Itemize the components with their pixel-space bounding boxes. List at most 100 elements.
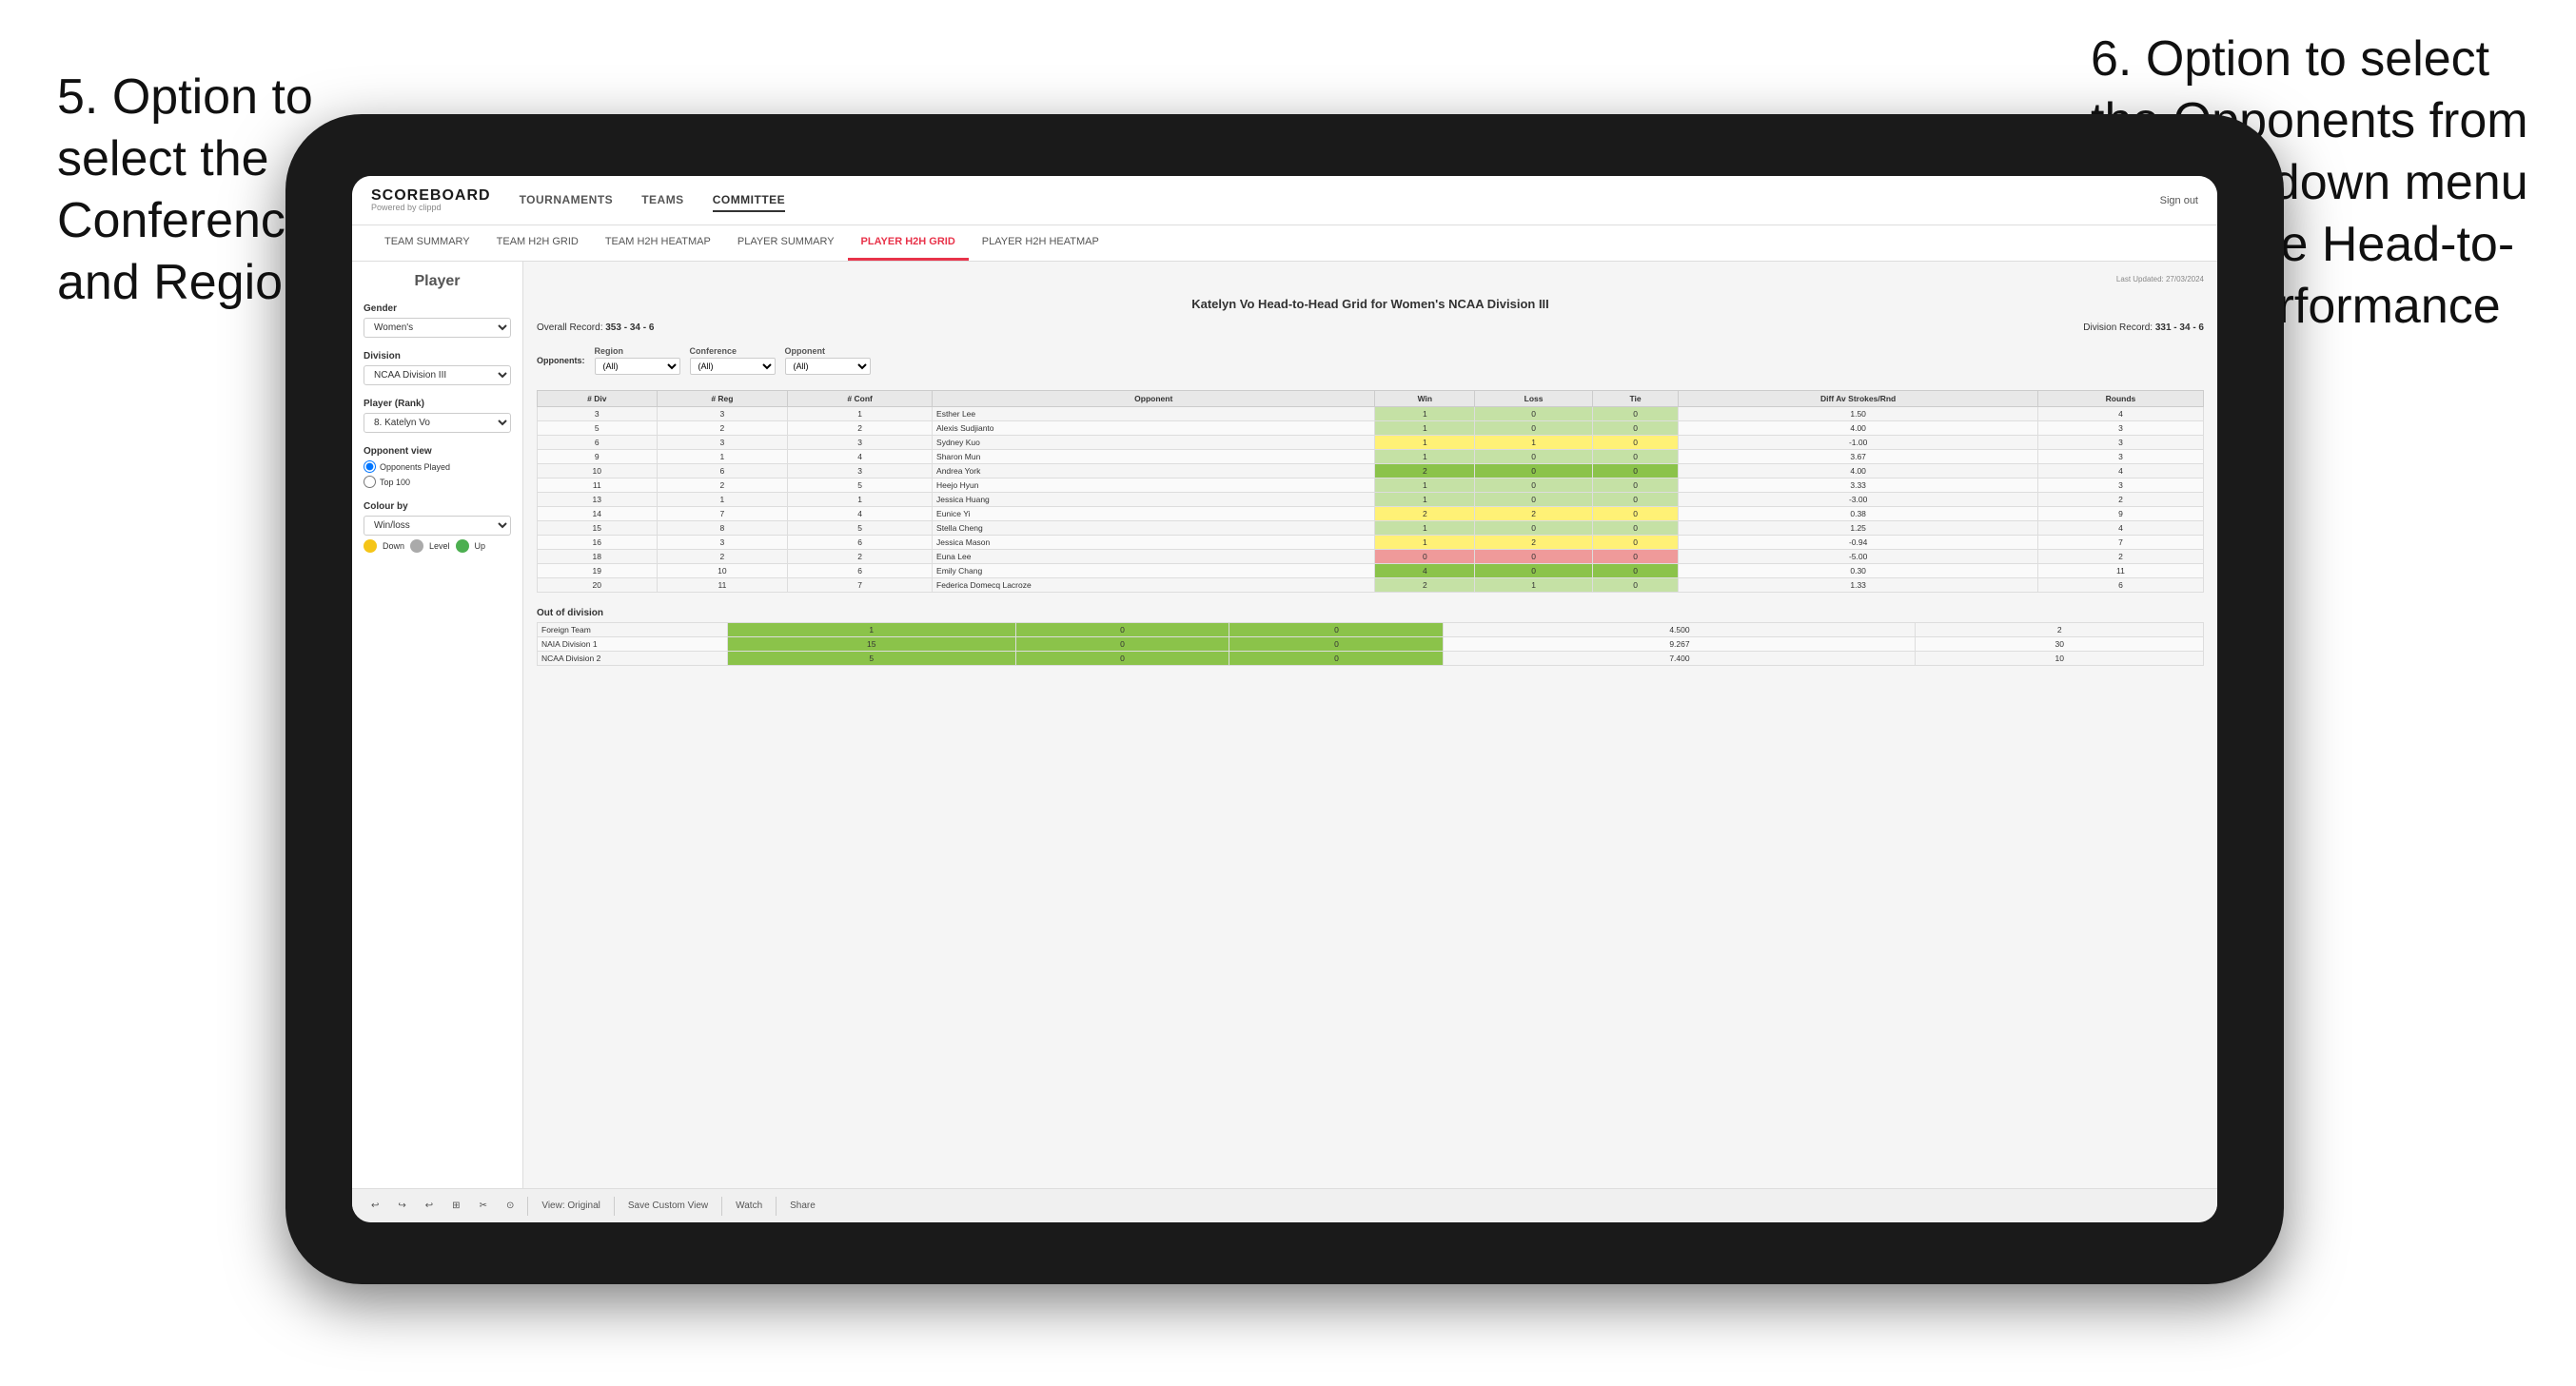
td-reg: 8 bbox=[657, 521, 788, 536]
td-tie: 0 bbox=[1592, 464, 1679, 478]
sub-nav-player-summary[interactable]: PLAYER SUMMARY bbox=[724, 225, 848, 261]
circle-gray bbox=[410, 539, 423, 553]
out-of-division: Out of division Foreign Team 1 0 0 4.500… bbox=[537, 608, 2204, 666]
td-diff: 4.00 bbox=[1679, 421, 2038, 436]
ood-label: Foreign Team bbox=[538, 623, 728, 637]
toolbar-bottom: ↩ ↪ ↩ ⊞ ✂ ⊙ View: Original Save Custom V… bbox=[352, 1188, 2217, 1222]
toolbar-save-custom-view[interactable]: Save Custom View bbox=[622, 1199, 714, 1213]
td-opponent: Stella Cheng bbox=[933, 521, 1375, 536]
sidebar-radio-top100[interactable]: Top 100 bbox=[364, 476, 511, 488]
toolbar-view-original[interactable]: View: Original bbox=[536, 1199, 606, 1213]
td-loss: 0 bbox=[1475, 550, 1592, 564]
filter-conference-label: Conference bbox=[690, 346, 776, 356]
td-loss: 0 bbox=[1475, 493, 1592, 507]
filter-region-select[interactable]: (All) bbox=[595, 358, 680, 375]
toolbar-watch[interactable]: Watch bbox=[730, 1199, 768, 1213]
td-loss: 0 bbox=[1475, 464, 1592, 478]
toolbar-undo2[interactable]: ↪ bbox=[392, 1199, 411, 1213]
ood-tie: 0 bbox=[1229, 623, 1444, 637]
nav-sign-out[interactable]: Sign out bbox=[2160, 195, 2198, 206]
out-of-division-table: Foreign Team 1 0 0 4.500 2 NAIA Division… bbox=[537, 622, 2204, 666]
nav-tournaments[interactable]: TOURNAMENTS bbox=[520, 189, 614, 212]
td-div: 3 bbox=[538, 407, 658, 421]
sidebar-gender-select[interactable]: Women's bbox=[364, 318, 511, 338]
td-reg: 3 bbox=[657, 536, 788, 550]
sidebar-player-rank-select[interactable]: 8. Katelyn Vo bbox=[364, 413, 511, 433]
td-rounds: 3 bbox=[2037, 478, 2203, 493]
circle-green-label: Up bbox=[475, 541, 486, 551]
td-conf: 5 bbox=[788, 521, 933, 536]
td-diff: 1.50 bbox=[1679, 407, 2038, 421]
td-opponent: Sydney Kuo bbox=[933, 436, 1375, 450]
td-diff: -5.00 bbox=[1679, 550, 2038, 564]
td-div: 13 bbox=[538, 493, 658, 507]
overall-record: Overall Record: 353 - 34 - 6 bbox=[537, 322, 654, 333]
filter-opponent-select[interactable]: (All) bbox=[785, 358, 871, 375]
sub-nav-team-h2h-heatmap[interactable]: TEAM H2H HEATMAP bbox=[592, 225, 724, 261]
toolbar-undo[interactable]: ↩ bbox=[365, 1199, 384, 1213]
sidebar-gender-label: Gender bbox=[364, 303, 511, 314]
opponents-label: Opponents: bbox=[537, 356, 585, 365]
sidebar-radio-opponents-played-input[interactable] bbox=[364, 460, 376, 473]
ood-tie: 0 bbox=[1229, 637, 1444, 652]
ood-rounds: 10 bbox=[1916, 652, 2204, 666]
td-div: 9 bbox=[538, 450, 658, 464]
toolbar-undo3[interactable]: ↩ bbox=[420, 1199, 439, 1213]
sidebar-radio-opponents-played[interactable]: Opponents Played bbox=[364, 460, 511, 473]
td-tie: 0 bbox=[1592, 421, 1679, 436]
td-rounds: 6 bbox=[2037, 578, 2203, 593]
td-conf: 2 bbox=[788, 550, 933, 564]
th-opponent: Opponent bbox=[933, 391, 1375, 407]
td-tie: 0 bbox=[1592, 493, 1679, 507]
td-reg: 1 bbox=[657, 493, 788, 507]
td-loss: 0 bbox=[1475, 564, 1592, 578]
table-row: 6 3 3 Sydney Kuo 1 1 0 -1.00 3 bbox=[538, 436, 2204, 450]
nav-items: TOURNAMENTS TEAMS COMMITTEE bbox=[520, 189, 2160, 212]
td-diff: -3.00 bbox=[1679, 493, 2038, 507]
table-row: 20 11 7 Federica Domecq Lacroze 2 1 0 1.… bbox=[538, 578, 2204, 593]
table-row: 3 3 1 Esther Lee 1 0 0 1.50 4 bbox=[538, 407, 2204, 421]
td-win: 2 bbox=[1375, 507, 1475, 521]
sub-nav-player-h2h-heatmap[interactable]: PLAYER H2H HEATMAP bbox=[969, 225, 1112, 261]
sidebar-division-select[interactable]: NCAA Division III bbox=[364, 365, 511, 385]
td-diff: 0.30 bbox=[1679, 564, 2038, 578]
nav-committee[interactable]: COMMITTEE bbox=[713, 189, 786, 212]
td-loss: 0 bbox=[1475, 450, 1592, 464]
td-reg: 2 bbox=[657, 478, 788, 493]
toolbar-icon1[interactable]: ⊞ bbox=[446, 1199, 465, 1213]
toolbar-icon2[interactable]: ✂ bbox=[474, 1199, 493, 1213]
sidebar-player-label: Player bbox=[364, 273, 511, 290]
sub-nav-team-summary[interactable]: TEAM SUMMARY bbox=[371, 225, 483, 261]
th-rounds: Rounds bbox=[2037, 391, 2203, 407]
nav-teams[interactable]: TEAMS bbox=[641, 189, 684, 212]
last-updated: Last Updated: 27/03/2024 bbox=[537, 275, 2204, 283]
toolbar-icon3[interactable]: ⊙ bbox=[501, 1199, 520, 1213]
toolbar-share[interactable]: Share bbox=[784, 1199, 821, 1213]
toolbar-sep2 bbox=[614, 1197, 615, 1216]
td-opponent: Euna Lee bbox=[933, 550, 1375, 564]
sub-nav-player-h2h-grid[interactable]: PLAYER H2H GRID bbox=[848, 225, 969, 261]
logo-sub: Powered by clippd bbox=[371, 204, 491, 212]
td-conf: 1 bbox=[788, 493, 933, 507]
filter-region-group: Region (All) bbox=[595, 346, 680, 375]
filter-conference-select[interactable]: (All) bbox=[690, 358, 776, 375]
sidebar-radio-group: Opponents Played Top 100 bbox=[364, 460, 511, 488]
table-row: 16 3 6 Jessica Mason 1 2 0 -0.94 7 bbox=[538, 536, 2204, 550]
sidebar-radio-top100-input[interactable] bbox=[364, 476, 376, 488]
td-tie: 0 bbox=[1592, 407, 1679, 421]
sidebar-radio-opponents-played-label: Opponents Played bbox=[380, 462, 450, 472]
td-diff: 0.38 bbox=[1679, 507, 2038, 521]
td-div: 11 bbox=[538, 478, 658, 493]
ood-rounds: 30 bbox=[1916, 637, 2204, 652]
sidebar-colour-by-select[interactable]: Win/loss bbox=[364, 516, 511, 536]
td-win: 1 bbox=[1375, 536, 1475, 550]
td-tie: 0 bbox=[1592, 564, 1679, 578]
td-reg: 7 bbox=[657, 507, 788, 521]
td-rounds: 2 bbox=[2037, 493, 2203, 507]
td-conf: 6 bbox=[788, 564, 933, 578]
table-row: 14 7 4 Eunice Yi 2 2 0 0.38 9 bbox=[538, 507, 2204, 521]
grid-title: Katelyn Vo Head-to-Head Grid for Women's… bbox=[537, 297, 2204, 311]
sub-nav-team-h2h-grid[interactable]: TEAM H2H GRID bbox=[483, 225, 592, 261]
ood-table-row: NCAA Division 2 5 0 0 7.400 10 bbox=[538, 652, 2204, 666]
td-opponent: Heejo Hyun bbox=[933, 478, 1375, 493]
